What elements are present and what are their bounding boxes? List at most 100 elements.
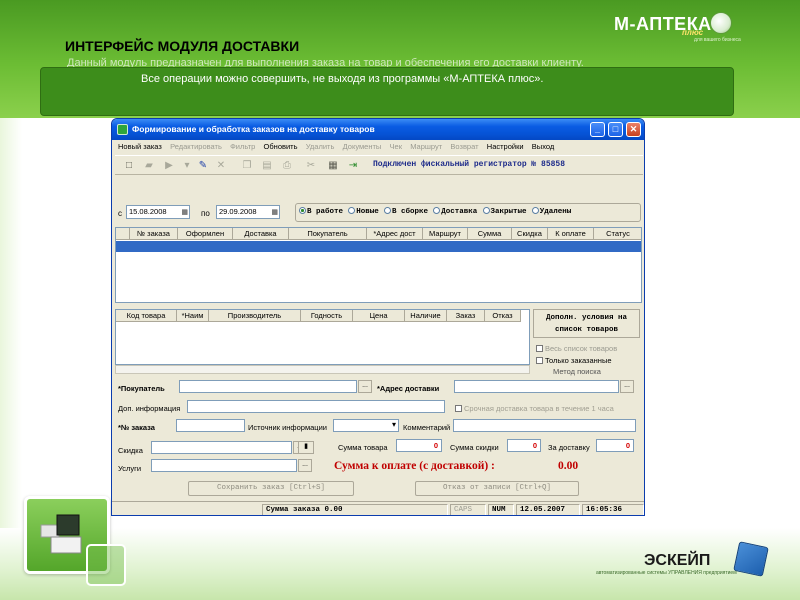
window-titlebar[interactable]: Формирование и обработка заказов на дост… — [112, 119, 644, 140]
cut-icon[interactable]: ✂ — [303, 158, 319, 174]
menu-documents[interactable]: Документы — [340, 141, 385, 153]
order-sum-status: Сумма заказа 0.00 — [262, 504, 448, 515]
ordered-only-checkbox[interactable]: Только заказанные — [536, 356, 612, 365]
urgent-delivery-checkbox[interactable]: Срочная доставка товара в течение 1 часа — [455, 404, 614, 413]
minimize-button[interactable]: _ — [590, 122, 605, 137]
comment-input[interactable] — [453, 419, 636, 432]
close-button[interactable]: ✕ — [626, 122, 641, 137]
exit-door-icon[interactable]: ⇥ — [345, 158, 361, 174]
open-folder-icon[interactable]: ▰ — [141, 158, 157, 174]
status-in-work[interactable]: В работе — [299, 204, 343, 221]
toolbar: □ ▰ ▶ ▾ ✎ ✕ ❐ ▤ ⎙ ✂ ▦ ⇥ Подключен фискал… — [115, 155, 643, 175]
status-assembly[interactable]: В сборке — [384, 204, 428, 221]
items-table[interactable]: Код товара *Наим Производитель Годность … — [115, 309, 530, 365]
card-scanner-icon[interactable]: ▮ — [298, 441, 314, 454]
delivery-cost-value: 0 — [596, 439, 634, 452]
status-date: 12.05.2007 — [516, 504, 580, 515]
buyer-lookup-button[interactable]: ... — [358, 380, 372, 393]
dropdown-icon[interactable]: ▾ — [179, 158, 195, 174]
radio-on-icon — [299, 207, 306, 214]
column-header[interactable]: К оплате — [548, 228, 594, 240]
app-icon — [117, 124, 128, 135]
column-header[interactable]: Сумма — [468, 228, 512, 240]
menu-exit[interactable]: Выход — [529, 141, 557, 153]
column-header[interactable]: Цена — [353, 310, 405, 322]
cancel-order-button[interactable]: Отказ от записи [Ctrl+Q] — [415, 481, 579, 496]
column-header[interactable]: № заказа — [130, 228, 178, 240]
date-from-input[interactable]: 15.08.2008 ▦ — [126, 205, 190, 219]
order-number-input[interactable] — [176, 419, 245, 432]
items-horizontal-scrollbar[interactable] — [115, 365, 530, 374]
menu-filter[interactable]: Фильтр — [227, 141, 258, 153]
column-header[interactable]: *Адрес дост — [367, 228, 423, 240]
discount-input[interactable] — [151, 441, 292, 454]
cube-icon — [733, 541, 769, 577]
status-deleted[interactable]: Удалены — [531, 204, 571, 221]
menu-edit[interactable]: Редактировать — [167, 141, 225, 153]
column-header[interactable]: Годность — [301, 310, 353, 322]
menu-new-order[interactable]: Новый заказ — [115, 141, 165, 153]
fiscal-status: Подключен фискальный регистратор № 85858 — [373, 160, 566, 169]
date-to-input[interactable]: 29.09.2008 ▦ — [216, 205, 280, 219]
company-logo: ЭСКЕЙП автоматизированные системы УПРАВЛ… — [596, 541, 795, 588]
date-to-value: 29.09.2008 — [219, 207, 257, 216]
column-header[interactable]: Статус — [594, 228, 641, 240]
print-icon[interactable]: ▤ — [259, 158, 275, 174]
save-order-button[interactable]: Сохранить заказ [Ctrl+S] — [188, 481, 354, 496]
copy-icon[interactable]: ❐ — [239, 158, 255, 174]
new-document-icon[interactable]: □ — [121, 158, 137, 174]
column-header[interactable]: Отказ — [485, 310, 521, 322]
extra-conditions-button[interactable]: Дополн. условия на список товаров — [533, 309, 640, 338]
status-new[interactable]: Новые — [348, 204, 379, 221]
extra-info-label: Доп. информация — [118, 404, 181, 413]
column-header[interactable]: Маршрут — [423, 228, 468, 240]
chevron-down-icon: ▾ — [391, 420, 396, 429]
column-header[interactable]: Оформлен — [178, 228, 233, 240]
buyer-input[interactable] — [179, 380, 357, 393]
calendar-icon[interactable]: ▦ — [181, 207, 188, 219]
forward-icon[interactable]: ▶ — [161, 158, 177, 174]
menu-receipt[interactable]: Чек — [387, 141, 405, 153]
checkbox-icon — [536, 357, 543, 364]
maximize-button[interactable]: □ — [608, 122, 623, 137]
radio-off-icon — [531, 207, 539, 214]
checkbox-label: Срочная доставка товара в течение 1 часа — [464, 404, 614, 413]
info-source-select[interactable]: ▾ — [333, 419, 399, 432]
services-input[interactable] — [151, 459, 297, 472]
menu-delete[interactable]: Удалить — [303, 141, 338, 153]
column-header[interactable]: Производитель — [209, 310, 301, 322]
preview-icon[interactable]: ⎙ — [279, 158, 295, 174]
checkbox-icon — [455, 405, 462, 412]
column-header[interactable]: Доставка — [233, 228, 289, 240]
report-icon[interactable]: ▦ — [325, 158, 341, 174]
status-label: Закрытые — [490, 208, 527, 216]
order-number-label: *№ заказа — [118, 423, 155, 432]
status-closed[interactable]: Закрытые — [482, 204, 527, 221]
total-due-label: Сумма к оплате (с доставкой) : — [334, 460, 495, 472]
address-input[interactable] — [454, 380, 619, 393]
delete-icon[interactable]: ✕ — [213, 158, 229, 174]
app-window: Формирование и обработка заказов на дост… — [111, 118, 645, 516]
column-header[interactable]: Заказ — [447, 310, 485, 322]
menu-return[interactable]: Возврат — [447, 141, 481, 153]
orders-table[interactable]: № заказа Оформлен Доставка Покупатель *А… — [115, 227, 642, 303]
column-header[interactable]: Код товара — [116, 310, 177, 322]
status-delivery[interactable]: Доставка — [433, 204, 477, 221]
menu-settings[interactable]: Настройки — [484, 141, 527, 153]
column-header[interactable]: *Наим — [177, 310, 209, 322]
extra-info-input[interactable] — [187, 400, 445, 413]
column-header[interactable]: Скидка — [512, 228, 548, 240]
selected-order-row[interactable] — [116, 241, 641, 252]
num-indicator: NUM — [488, 504, 514, 515]
services-lookup-button[interactable]: ... — [298, 459, 312, 472]
address-lookup-button[interactable]: ... — [620, 380, 634, 393]
all-items-checkbox[interactable]: Весь список товаров — [536, 344, 617, 353]
calendar-icon[interactable]: ▦ — [271, 207, 278, 219]
edit-icon[interactable]: ✎ — [195, 158, 211, 174]
column-header[interactable]: Покупатель — [289, 228, 367, 240]
menu-refresh[interactable]: Обновить — [261, 141, 301, 153]
column-header[interactable]: Наличие — [405, 310, 447, 322]
menu-route[interactable]: Маршрут — [407, 141, 445, 153]
services-label: Услуги — [118, 464, 142, 473]
info-text: Все операции можно совершить, не выходя … — [141, 73, 544, 85]
